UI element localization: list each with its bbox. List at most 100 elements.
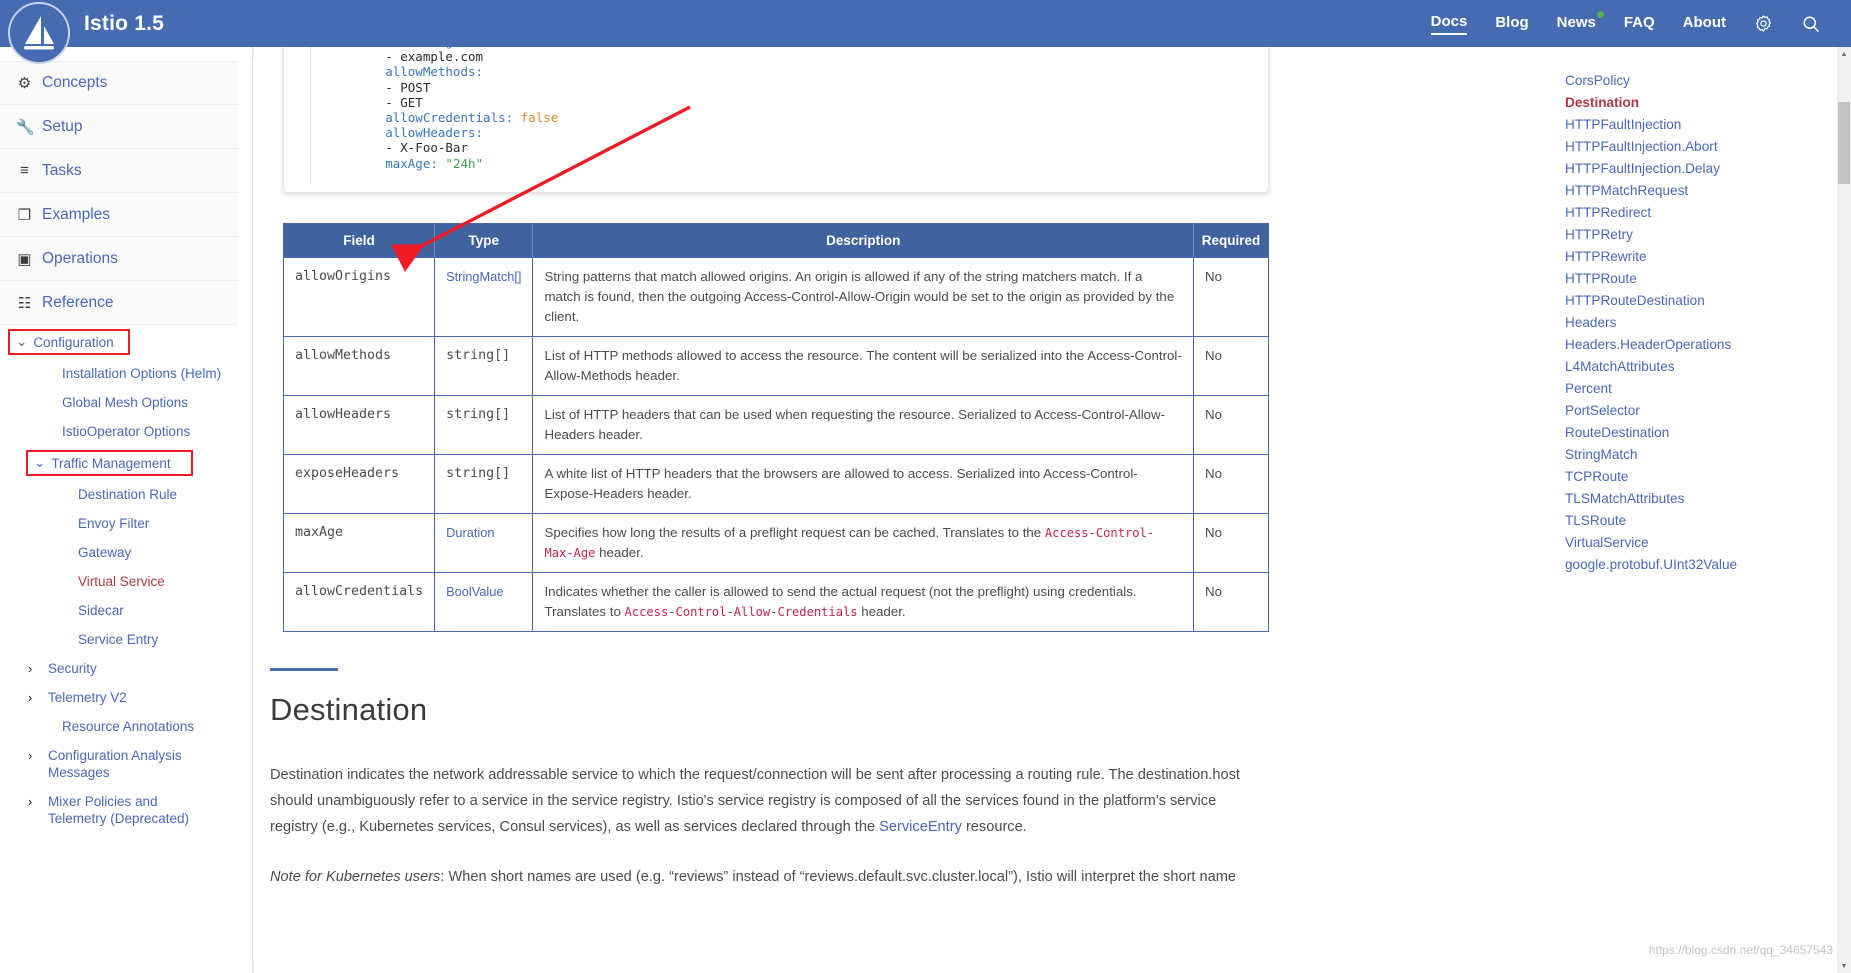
sidebar-group-traffic-management[interactable]: ⌄ Traffic Management	[26, 450, 193, 476]
code-token: - GET	[325, 94, 423, 110]
toc-item-l4matchattributes[interactable]: L4MatchAttributes	[1565, 355, 1838, 377]
toc-item-percent[interactable]: Percent	[1565, 377, 1838, 399]
copy-icon: ❐	[17, 206, 32, 224]
sidebar-item-resource-annotations[interactable]: Resource Annotations	[0, 712, 238, 741]
destination-paragraph-1-before: Destination indicates the network addres…	[270, 767, 1240, 835]
cell-description: Specifies how long the results of a pref…	[532, 513, 1194, 573]
sidebar-item-operations[interactable]: ▣ Operations	[0, 237, 238, 281]
sidebar-group-configuration-analysis-messages[interactable]: › Configuration Analysis Messages	[0, 741, 238, 787]
nav-item-blog[interactable]: Blog	[1495, 14, 1528, 34]
nav-item-news[interactable]: News	[1557, 10, 1604, 34]
toc-item-corspolicy[interactable]: CorsPolicy	[1565, 69, 1838, 91]
sidebar-item-virtual-service[interactable]: Virtual Service	[0, 567, 238, 596]
cell-required: No	[1193, 572, 1269, 632]
yaml-code-block[interactable]: allowOrigins: - example.com allowMethods…	[310, 47, 1245, 184]
brand-title: Istio 1.5	[84, 11, 164, 35]
sidebar-item-concepts[interactable]: ⚙ Concepts	[0, 61, 238, 105]
sidebar-item-service-entry[interactable]: Service Entry	[0, 625, 238, 654]
sidebar-item-sidecar[interactable]: Sidecar	[0, 596, 238, 625]
sidebar-item-tasks[interactable]: ≡ Tasks	[0, 149, 238, 193]
page-scroll-down-arrow[interactable]: ▼	[1837, 959, 1851, 973]
cell-field: exposeHeaders	[282, 454, 436, 514]
book-icon: ☷	[17, 294, 32, 312]
sidebar-group-telemetry-v2[interactable]: › Telemetry V2	[0, 683, 238, 712]
toc-item-google-protobuf-uint32value[interactable]: google.protobuf.UInt32Value	[1565, 553, 1838, 575]
toc-item-virtualservice[interactable]: VirtualService	[1565, 531, 1838, 553]
toc-item-httproute[interactable]: HTTPRoute	[1565, 267, 1838, 289]
note-rest: : When short names are used (e.g. “revie…	[440, 869, 1237, 885]
toc-item-destination[interactable]: Destination	[1565, 91, 1838, 113]
code-token: - X-Foo-Bar	[325, 140, 468, 156]
chevron-down-icon: ⌄	[16, 334, 28, 349]
sidebar-item-destination-rule[interactable]: Destination Rule	[0, 480, 238, 509]
gear-icon[interactable]	[1754, 14, 1773, 33]
sidebar-label-examples: Examples	[42, 205, 111, 223]
table-row: allowMethods string[] List of HTTP methods…	[282, 336, 1269, 396]
sidebar-item-examples[interactable]: ❐ Examples	[0, 193, 238, 237]
service-entry-link[interactable]: ServiceEntry	[879, 819, 962, 835]
cell-type: StringMatch[]	[434, 257, 534, 337]
toc-item-httprewrite[interactable]: HTTPRewrite	[1565, 245, 1838, 267]
sidebar-group-configuration[interactable]: ⌄ Configuration	[8, 329, 130, 355]
istio-sail-logo[interactable]	[8, 2, 70, 64]
toc-item-stringmatch[interactable]: StringMatch	[1565, 443, 1838, 465]
sidebar-item-global-mesh-options[interactable]: Global Mesh Options	[0, 388, 238, 417]
left-sidebar[interactable]: ⚙ Concepts 🔧 Setup ≡ Tasks ❐ Examples ▣ …	[0, 47, 253, 973]
right-table-of-contents[interactable]: CorsPolicy Destination HTTPFaultInjection H…	[1555, 47, 1838, 973]
page-scrollbar[interactable]: ▲ ▼	[1837, 47, 1851, 973]
sidebar-item-setup[interactable]: 🔧 Setup	[0, 105, 238, 149]
table-row: exposeHeaders string[] A white list of HTT…	[282, 454, 1269, 514]
toc-item-httpmatchrequest[interactable]: HTTPMatchRequest	[1565, 179, 1838, 201]
cell-description: List of HTTP headers that can be used wh…	[532, 395, 1194, 455]
sidebar-label-setup: Setup	[42, 117, 83, 135]
toc-item-httproutedestination[interactable]: HTTPRouteDestination	[1565, 289, 1838, 311]
toc-item-portselector[interactable]: PortSelector	[1565, 399, 1838, 421]
toc-item-httpfaultinjection-abort[interactable]: HTTPFaultInjection.Abort	[1565, 135, 1838, 157]
cell-type: string[]	[434, 454, 534, 514]
cell-description: List of HTTP methods allowed to access t…	[532, 336, 1194, 396]
page-scroll-thumb[interactable]	[1838, 102, 1850, 184]
sidebar-item-reference[interactable]: ☷ Reference	[0, 281, 238, 325]
page-scroll-up-arrow[interactable]: ▲	[1837, 47, 1851, 61]
toc-item-httpfaultinjection-delay[interactable]: HTTPFaultInjection.Delay	[1565, 157, 1838, 179]
toc-item-headers[interactable]: Headers	[1565, 311, 1838, 333]
toc-item-tcproute[interactable]: TCPRoute	[1565, 465, 1838, 487]
sidebar-label-tasks: Tasks	[42, 161, 82, 179]
toc-item-routedestination[interactable]: RouteDestination	[1565, 421, 1838, 443]
type-link[interactable]: Duration	[446, 525, 494, 540]
top-navigation: Docs Blog News FAQ About	[1430, 10, 1851, 35]
sidebar-item-istiooperator-options[interactable]: IstioOperator Options	[0, 417, 238, 446]
toc-item-httpfaultinjection[interactable]: HTTPFaultInjection	[1565, 113, 1838, 135]
code-line: - X-Foo-Bar	[325, 140, 1245, 155]
search-icon[interactable]	[1801, 14, 1821, 34]
nav-item-docs[interactable]: Docs	[1430, 12, 1468, 35]
type-link[interactable]: StringMatch[]	[446, 269, 521, 284]
code-line: allowCredentials: false	[325, 110, 1245, 125]
sidebar-item-gateway[interactable]: Gateway	[0, 538, 238, 567]
toc-item-httpretry[interactable]: HTTPRetry	[1565, 223, 1838, 245]
destination-paragraph-1: Destination indicates the network addres…	[270, 762, 1245, 840]
cell-description: String patterns that match allowed origi…	[532, 257, 1194, 337]
sidebar-group-mixer-policies-telemetry[interactable]: › Mixer Policies and Telemetry (Deprecat…	[0, 787, 238, 833]
code-line: - POST	[325, 80, 1245, 95]
table-header-row: Field Type Description Required	[283, 223, 1269, 258]
sidebar-item-envoy-filter[interactable]: Envoy Filter	[0, 509, 238, 538]
nav-item-faq[interactable]: FAQ	[1624, 14, 1655, 34]
toc-item-tlsroute[interactable]: TLSRoute	[1565, 509, 1838, 531]
cell-field: allowOrigins	[282, 257, 436, 337]
sidebar-group-security[interactable]: › Security	[0, 654, 238, 683]
nav-label-docs: Docs	[1430, 12, 1468, 30]
cell-type: Duration	[434, 513, 534, 573]
code-token: allowHeaders:	[325, 125, 484, 141]
table-row: maxAge Duration Specifies how long the res…	[282, 513, 1269, 573]
sidebar-item-installation-options-helm[interactable]: Installation Options (Helm)	[0, 359, 238, 388]
toc-item-tlsmatchattributes[interactable]: TLSMatchAttributes	[1565, 487, 1838, 509]
type-link[interactable]: BoolValue	[446, 584, 503, 599]
toc-item-httpredirect[interactable]: HTTPRedirect	[1565, 201, 1838, 223]
chevron-right-icon: ›	[28, 794, 33, 809]
cors-policy-fields-table: Field Type Description Required allowOri…	[282, 223, 1269, 632]
toc-item-headers-headeroperations[interactable]: Headers.HeaderOperations	[1565, 333, 1838, 355]
nav-item-about[interactable]: About	[1683, 14, 1726, 34]
list-icon: ≡	[20, 162, 29, 179]
cell-description: Indicates whether the caller is allowed …	[532, 572, 1194, 632]
